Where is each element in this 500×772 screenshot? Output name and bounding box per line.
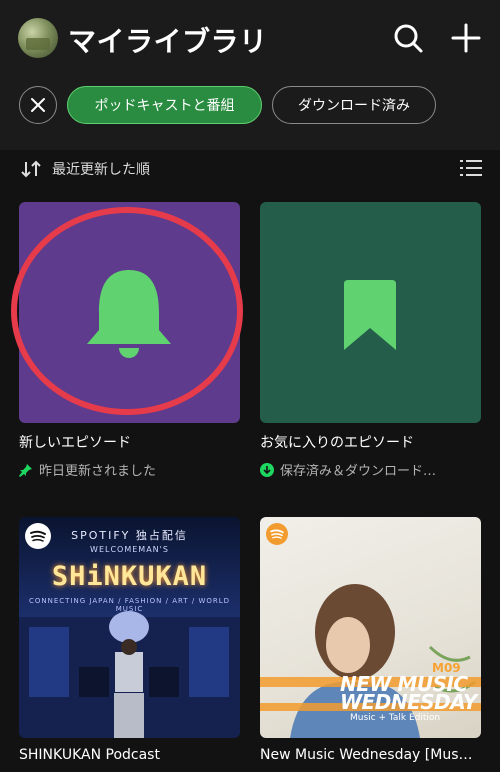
- artwork-title: NEW MUSIC WEDNESDAY: [340, 674, 477, 714]
- add-button[interactable]: [448, 20, 484, 56]
- bell-icon: [87, 270, 171, 358]
- avatar[interactable]: [18, 18, 58, 58]
- artwork-subtitle: CONNECTING JAPAN / FASHION / ART / WORLD…: [28, 597, 231, 613]
- sort-label: 最近更新した順: [52, 162, 150, 178]
- artwork-title-line2: WEDNESDAY: [340, 690, 477, 714]
- search-button[interactable]: [390, 20, 426, 56]
- filter-chip-downloaded[interactable]: ダウンロード済み: [272, 86, 436, 124]
- tile-title: お気に入りのエピソード: [260, 435, 414, 451]
- tile-title: New Music Wednesday [Mus…: [260, 747, 473, 763]
- library-header: マイライブラリ ポッドキャストと番組 ダウンロード済み: [0, 0, 500, 150]
- plus-icon: [451, 23, 481, 53]
- tile-title: 新しいエピソード: [19, 435, 131, 451]
- sort-arrows-icon: [21, 160, 41, 178]
- filter-chip-podcasts[interactable]: ポッドキャストと番組: [67, 86, 262, 124]
- view-toggle-button[interactable]: [460, 158, 482, 178]
- tile-subtitle: 昨日更新されました: [19, 460, 249, 479]
- page-title: マイライブラリ: [68, 25, 268, 58]
- close-icon: [31, 98, 45, 112]
- tile-artwork: SPOTIFY 独占配信 WELCOMEMAN'S SHiNKUKAN CONN…: [19, 517, 240, 738]
- tile-subtitle-text: 保存済み＆ダウンロード…: [280, 464, 437, 479]
- tile-subtitle-text: 昨日更新されました: [39, 464, 157, 479]
- bookmark-icon: [344, 280, 396, 350]
- tile-artwork: [260, 202, 481, 423]
- tile-title: SHINKUKAN Podcast: [19, 747, 160, 763]
- tile-subtitle: 保存済み＆ダウンロード…: [260, 460, 490, 479]
- artwork-subtitle: Music + Talk Edition: [350, 713, 441, 723]
- tile-artwork: M09 NEW MUSIC WEDNESDAY Music + Talk Edi…: [260, 517, 481, 738]
- list-view-icon: [460, 160, 482, 176]
- sort-button[interactable]: 最近更新した順: [20, 158, 150, 180]
- clear-filters-button[interactable]: [19, 86, 57, 124]
- spotify-logo: [266, 523, 288, 545]
- artwork-presenter: WELCOMEMAN'S: [90, 545, 169, 554]
- search-icon: [394, 24, 423, 53]
- artwork-title: SHiNKUKAN: [51, 561, 208, 592]
- artwork-tag: SPOTIFY 独占配信: [71, 529, 188, 542]
- pin-icon: [19, 463, 32, 477]
- download-icon: [260, 462, 274, 477]
- tile-artwork: [19, 202, 240, 423]
